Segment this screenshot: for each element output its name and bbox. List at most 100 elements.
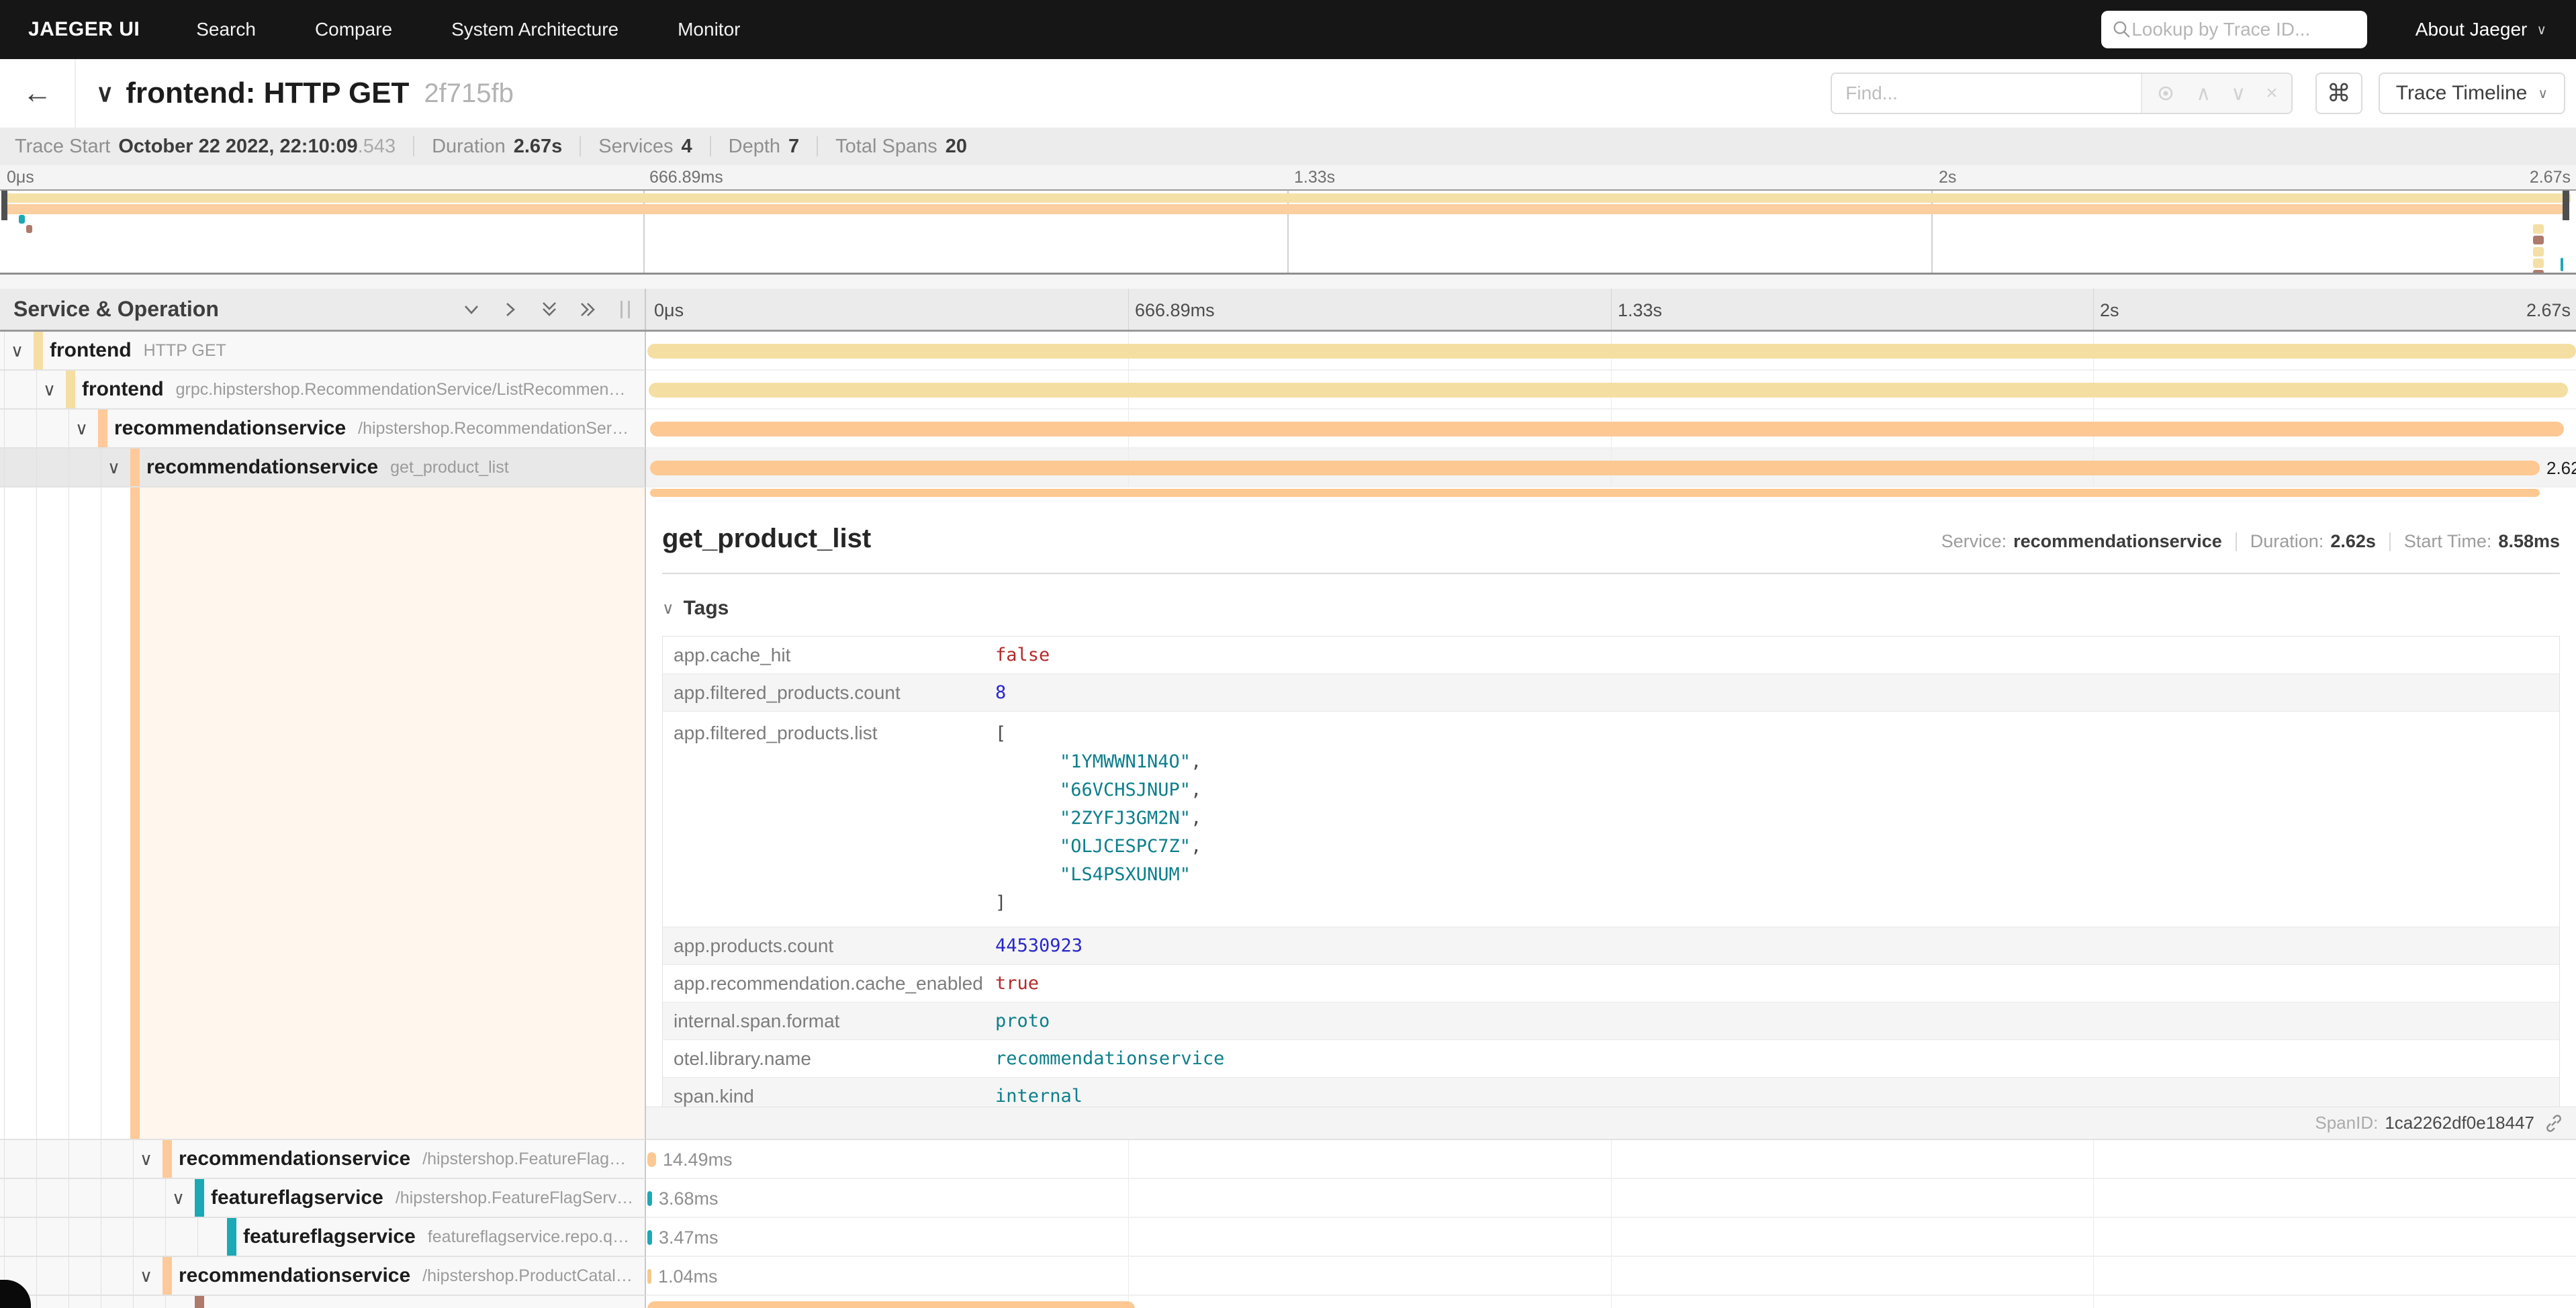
clear-find-icon[interactable]: × xyxy=(2266,82,2278,105)
tag-value-text: recommendationservice xyxy=(995,1048,1224,1069)
span-timeline-cell[interactable]: 3.47ms xyxy=(646,1218,2576,1257)
span-name-wrapper: frontendHTTP GET xyxy=(0,339,645,362)
column-resizer-handle[interactable] xyxy=(620,301,630,318)
span-timeline-cell[interactable]: 14.49ms xyxy=(646,1140,2576,1179)
chevron-down-icon[interactable]: ∨ xyxy=(107,457,120,478)
indent-guide xyxy=(133,1257,134,1295)
span-name-cell[interactable] xyxy=(0,1296,646,1308)
trace-id-lookup[interactable] xyxy=(2101,11,2367,48)
ruler-tickline xyxy=(1128,289,1129,330)
span-timeline-cell[interactable] xyxy=(646,371,2576,410)
nav-item-monitor[interactable]: Monitor xyxy=(678,19,740,40)
minimap-scrubber-right[interactable] xyxy=(2563,191,2569,220)
locate-icon[interactable] xyxy=(2156,83,2176,103)
tag-row: app.recommendation.cache_enabledtrue xyxy=(663,965,2559,1002)
minimap-scrubber-left[interactable] xyxy=(1,191,7,220)
expand-one-chevron-right-icon[interactable] xyxy=(500,299,521,320)
span-name-cell[interactable]: ∨recommendationservice/hipstershop.Produ… xyxy=(0,1257,646,1296)
span-service-name: recommendationservice xyxy=(146,456,378,479)
span-timeline-cell[interactable]: 3.68ms xyxy=(646,1179,2576,1218)
trace-collapse-chevron-icon[interactable]: ∨ xyxy=(96,79,113,107)
prev-result-icon[interactable]: ∧ xyxy=(2196,82,2211,105)
chevron-down-icon[interactable]: ∨ xyxy=(172,1188,185,1209)
span-timeline-cell[interactable] xyxy=(646,332,2576,371)
nav-item-system-architecture[interactable]: System Architecture xyxy=(451,19,618,40)
json-list-item: "2ZYFJ3GM2N", xyxy=(995,804,1201,833)
span-timeline-cell[interactable] xyxy=(646,410,2576,449)
tag-value-text: false xyxy=(995,645,1050,665)
keyboard-shortcuts-button[interactable]: ⌘ xyxy=(2315,73,2362,114)
timeline-gridline xyxy=(2093,1140,2094,1178)
span-name-cell[interactable]: ∨recommendationservice/hipstershop.Recom… xyxy=(0,410,646,449)
span-timeline-cell[interactable]: 2.62s xyxy=(646,449,2576,487)
span-bar[interactable] xyxy=(650,461,2540,475)
jaeger-logo[interactable]: JAEGER UI xyxy=(28,18,140,41)
span-duration-label: 3.68ms xyxy=(659,1188,719,1209)
tag-value: 8 xyxy=(995,674,1006,711)
span-name-cell[interactable]: ∨recommendationservice/hipstershop.Featu… xyxy=(0,1140,646,1179)
json-list-item: "OLJCESPC7Z", xyxy=(995,833,1201,861)
span-name-cell[interactable]: featureflagservicefeatureflagservice.rep… xyxy=(0,1218,646,1257)
span-timeline-cell[interactable] xyxy=(646,1296,2576,1308)
trace-start-value: October 22 2022, 22:10:09.543 xyxy=(118,136,396,158)
meta-label: Start Time: xyxy=(2404,531,2492,552)
span-bar[interactable] xyxy=(647,1230,652,1245)
meta-label: Duration: xyxy=(2250,531,2324,552)
nav-item-search[interactable]: Search xyxy=(196,19,256,40)
span-name-cell[interactable]: ∨featureflagservice/hipstershop.FeatureF… xyxy=(0,1179,646,1218)
expand-all-double-chevron-right-icon[interactable] xyxy=(578,299,599,320)
back-button[interactable]: ← xyxy=(0,59,76,128)
indent-guide xyxy=(68,1296,69,1308)
chevron-down-icon[interactable]: ∨ xyxy=(11,340,24,361)
timeline-gridline xyxy=(2093,1179,2094,1217)
span-row xyxy=(0,1296,2576,1308)
minimap-gridline xyxy=(643,191,645,273)
about-jaeger-menu[interactable]: About Jaeger ∨ xyxy=(2416,19,2546,40)
tag-value: false xyxy=(995,637,1050,673)
minimap-tick-2: 1.33s xyxy=(1294,168,1335,187)
trace-title: frontend: HTTP GET xyxy=(126,77,409,110)
timeline-gridline xyxy=(1128,1257,1129,1295)
divider xyxy=(662,573,2560,574)
span-bar[interactable] xyxy=(647,1301,1135,1308)
indent-guide xyxy=(133,1218,134,1256)
span-name-cell[interactable]: ∨frontendgrpc.hipstershop.Recommendation… xyxy=(0,371,646,410)
chevron-down-icon[interactable]: ∨ xyxy=(140,1266,152,1287)
span-bar[interactable] xyxy=(647,1269,651,1284)
minimap-tick-1: 666.89ms xyxy=(649,168,723,187)
chevron-down-icon[interactable]: ∨ xyxy=(140,1149,152,1170)
next-result-icon[interactable]: ∨ xyxy=(2231,82,2246,105)
span-bar[interactable] xyxy=(649,383,2568,398)
spacer xyxy=(0,275,2576,289)
collapse-one-chevron-down-icon[interactable] xyxy=(461,299,482,320)
link-icon[interactable] xyxy=(2544,1113,2564,1133)
span-name-cell[interactable]: ∨recommendationserviceget_product_list xyxy=(0,449,646,487)
span-id-value: 1ca2262df0e18447 xyxy=(2385,1113,2534,1133)
tag-key: app.filtered_products.list xyxy=(663,712,995,927)
span-bar[interactable] xyxy=(650,422,2564,436)
minimap-tick-3: 2s xyxy=(1939,168,1956,187)
chevron-down-icon[interactable]: ∨ xyxy=(43,379,56,400)
span-bar[interactable] xyxy=(647,344,2576,359)
span-bar[interactable] xyxy=(647,1191,652,1206)
span-duration-label: 14.49ms xyxy=(663,1150,733,1170)
indent-guide xyxy=(68,1179,69,1217)
meta-label: Service: xyxy=(1941,531,2007,552)
span-detail-panel: get_product_list Service:recommendations… xyxy=(646,487,2576,1140)
span-bar[interactable] xyxy=(647,1152,656,1167)
span-name-cell[interactable]: ∨frontendHTTP GET xyxy=(0,332,646,371)
trace-id-lookup-input[interactable] xyxy=(2131,19,2356,40)
find-input[interactable] xyxy=(1832,74,2141,113)
tags-table: app.cache_hitfalse app.filtered_products.… xyxy=(662,636,2560,1116)
trace-minimap[interactable] xyxy=(0,189,2576,275)
span-detail-band: get_product_list Service:recommendations… xyxy=(0,487,2576,1140)
collapse-all-double-chevron-down-icon[interactable] xyxy=(539,299,560,320)
selected-span-tint xyxy=(138,487,645,1139)
nav-item-compare[interactable]: Compare xyxy=(315,19,392,40)
tag-value: ["1YMWWN1N4O","66VCHSJNUP","2ZYFJ3GM2N",… xyxy=(995,712,1201,927)
span-timeline-cell[interactable]: 1.04ms xyxy=(646,1257,2576,1296)
chevron-down-icon[interactable]: ∨ xyxy=(75,418,88,439)
trace-view-selector[interactable]: Trace Timeline ∨ xyxy=(2379,73,2565,114)
tags-section-header[interactable]: ∨ Tags xyxy=(662,597,2560,620)
tag-key: app.cache_hit xyxy=(663,637,995,673)
